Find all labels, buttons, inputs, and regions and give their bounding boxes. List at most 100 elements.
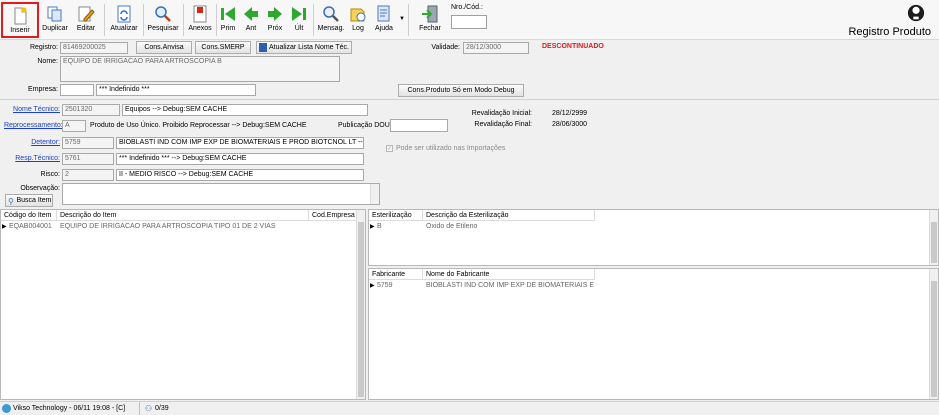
exit-door-icon bbox=[422, 5, 438, 23]
reprocessamento-code-field[interactable]: A bbox=[62, 120, 86, 132]
col-cod-empresa[interactable]: Cod.Empresa bbox=[309, 210, 357, 221]
fabricante-scrollbar[interactable] bbox=[929, 269, 938, 399]
risco-field[interactable]: II - MEDIO RISCO --> Debug:SEM CACHE bbox=[116, 169, 364, 181]
col-descricao-esterilizacao[interactable]: Descrição da Esterilização bbox=[423, 210, 595, 221]
list-icon bbox=[259, 43, 267, 52]
last-button[interactable]: Últ bbox=[288, 2, 310, 38]
duplicate-icon bbox=[47, 6, 62, 22]
empresa-name-field[interactable]: *** Indefinido *** bbox=[96, 84, 256, 96]
editar-label: Editar bbox=[76, 25, 96, 32]
table-row[interactable]: ▶ 5759 BIOBLASTI IND COM IMP EXP DE BIOM… bbox=[369, 281, 595, 291]
observacao-scrollbar[interactable] bbox=[370, 184, 379, 204]
publicacao-dou-field[interactable] bbox=[390, 119, 448, 132]
duplicar-button[interactable]: Duplicar bbox=[40, 2, 70, 38]
cell-codigo: EQAB004001 bbox=[9, 223, 52, 230]
nro-cod-input[interactable] bbox=[451, 15, 487, 29]
col-descricao-item[interactable]: Descrição do Item bbox=[57, 210, 309, 221]
validade-label: Validade: bbox=[431, 44, 460, 51]
col-nome-fabricante[interactable]: Nome do Fabricante bbox=[423, 269, 595, 280]
items-grid: Código do Item Descrição do Item Cod.Emp… bbox=[0, 209, 366, 400]
publicacao-dou-label: Publicação DOU: bbox=[338, 122, 392, 129]
cons-anvisa-button[interactable]: Cons.Anvisa bbox=[136, 41, 192, 54]
atualizar-button[interactable]: Atualizar bbox=[108, 2, 140, 38]
status-divider bbox=[139, 402, 140, 415]
users-icon: ⚇ bbox=[145, 404, 153, 413]
search-icon bbox=[155, 6, 171, 22]
toolbar: Inserir Duplicar Editar Atualizar Pesqui… bbox=[0, 0, 939, 40]
anexos-label: Anexos bbox=[188, 25, 212, 32]
editar-button[interactable]: Editar bbox=[71, 2, 101, 38]
cell-fabricante: 5759 bbox=[377, 282, 393, 289]
detentor-link[interactable]: Detentor: bbox=[8, 139, 60, 146]
items-scroll-thumb[interactable] bbox=[358, 222, 364, 397]
mensag-label: Mensag. bbox=[317, 25, 345, 32]
divider bbox=[0, 99, 939, 100]
fechar-label: Fechar bbox=[419, 25, 441, 32]
risco-label: Risco: bbox=[40, 171, 60, 178]
search-icon: ⚲ bbox=[8, 197, 14, 206]
fechar-button[interactable]: Fechar bbox=[415, 2, 445, 38]
col-fabricante[interactable]: Fabricante bbox=[369, 269, 423, 280]
previous-button[interactable]: Ant bbox=[240, 2, 262, 38]
mensag-button[interactable]: Mensag. bbox=[316, 2, 346, 38]
first-button[interactable]: Prim bbox=[218, 2, 238, 38]
reprocessamento-link[interactable]: Reprocessamento: bbox=[4, 122, 63, 129]
observacao-field[interactable] bbox=[62, 183, 380, 205]
col-esterilizacao[interactable]: Esterilização bbox=[369, 210, 423, 221]
nome-field[interactable]: EQUIPO DE IRRIGACAO PARA ARTROSCOPIA B bbox=[60, 56, 340, 82]
detentor-code-field[interactable]: 5759 bbox=[62, 137, 114, 149]
importacoes-checkbox[interactable]: ✓ bbox=[386, 145, 393, 152]
registro-field[interactable]: 81469200025 bbox=[60, 42, 128, 54]
nome-tecnico-code-field[interactable]: 2501320 bbox=[62, 104, 120, 116]
nome-tecnico-link[interactable]: Nome Técnico: bbox=[8, 106, 60, 113]
col-codigo-item[interactable]: Código do Item bbox=[1, 210, 57, 221]
attachment-icon bbox=[193, 5, 207, 23]
duplicar-label: Duplicar bbox=[42, 25, 68, 32]
cons-produto-button[interactable]: Cons.Produto Só em Modo Debug bbox=[398, 84, 524, 97]
status-discontinued: DESCONTINUADO bbox=[542, 43, 604, 50]
risco-code-field[interactable]: 2 bbox=[62, 169, 114, 181]
log-button[interactable]: Log bbox=[347, 2, 369, 38]
empresa-label: Empresa: bbox=[28, 86, 58, 93]
fabricante-scroll-thumb[interactable] bbox=[931, 281, 937, 397]
ajuda-dropdown-icon[interactable]: ▼ bbox=[399, 16, 405, 22]
table-row[interactable]: ▶ EQAB004001 EQUIPO DE IRRIGACAO PARA AR… bbox=[1, 222, 357, 232]
esterilizacao-scroll-thumb[interactable] bbox=[931, 222, 937, 263]
revalidacao-inicial-label: Revalidação Inicial: bbox=[471, 110, 532, 117]
esterilizacao-scrollbar[interactable] bbox=[929, 210, 938, 265]
status-users: 0/39 bbox=[155, 405, 169, 412]
new-document-icon bbox=[14, 7, 27, 25]
cell-descricao-esterilizacao: Óxido de Etileno bbox=[426, 223, 478, 230]
resp-tecnico-code-field[interactable]: 5761 bbox=[62, 153, 114, 165]
items-scrollbar[interactable] bbox=[356, 210, 365, 399]
anexos-button[interactable]: Anexos bbox=[186, 2, 214, 38]
detentor-field[interactable]: BIOBLASTI IND COM IMP EXP DE BIOMATERIAI… bbox=[116, 137, 364, 149]
log-label: Log bbox=[352, 25, 364, 32]
next-button[interactable]: Próx bbox=[263, 2, 287, 38]
nro-cod-label: Nro./Cód.: bbox=[451, 4, 483, 11]
fabricante-grid: Fabricante Nome do Fabricante ▶ 5759 BIO… bbox=[368, 268, 939, 400]
busca-item-button[interactable]: ⚲ Busca Item bbox=[5, 194, 53, 207]
arrow-right-icon bbox=[268, 7, 282, 21]
atualizar-lista-button[interactable]: Atualizar Lista Nome Téc. bbox=[256, 41, 352, 54]
ant-label: Ant bbox=[245, 25, 257, 32]
validade-field[interactable]: 28/12/3000 bbox=[463, 42, 529, 54]
app-logo-icon bbox=[907, 4, 925, 22]
nome-label: Nome: bbox=[37, 58, 58, 65]
empresa-code-field[interactable] bbox=[60, 84, 94, 96]
inserir-button[interactable]: Inserir bbox=[1, 2, 39, 38]
prim-label: Prim bbox=[220, 25, 236, 32]
resp-tecnico-link[interactable]: Resp.Técnico: bbox=[8, 155, 60, 162]
resp-tecnico-field[interactable]: *** Indefinido *** --> Debug:SEM CACHE bbox=[116, 153, 364, 165]
cell-descricao: EQUIPO DE IRRIGACAO PARA ARTROSCOPIA TIP… bbox=[60, 223, 276, 230]
message-search-icon bbox=[323, 6, 339, 22]
cell-esterilizacao: B bbox=[377, 223, 382, 230]
ajuda-button[interactable]: Ajuda bbox=[371, 2, 397, 38]
pesquisar-button[interactable]: Pesquisar bbox=[146, 2, 180, 38]
last-record-icon bbox=[292, 7, 306, 21]
table-row[interactable]: ▶ B Óxido de Etileno bbox=[369, 222, 595, 232]
cons-smerp-button[interactable]: Cons.SMERP bbox=[195, 41, 251, 54]
nome-tecnico-field[interactable]: Equipos --> Debug:SEM CACHE bbox=[122, 104, 368, 116]
revalidacao-inicial-value: 28/12/2999 bbox=[552, 110, 588, 117]
first-record-icon bbox=[221, 7, 235, 21]
